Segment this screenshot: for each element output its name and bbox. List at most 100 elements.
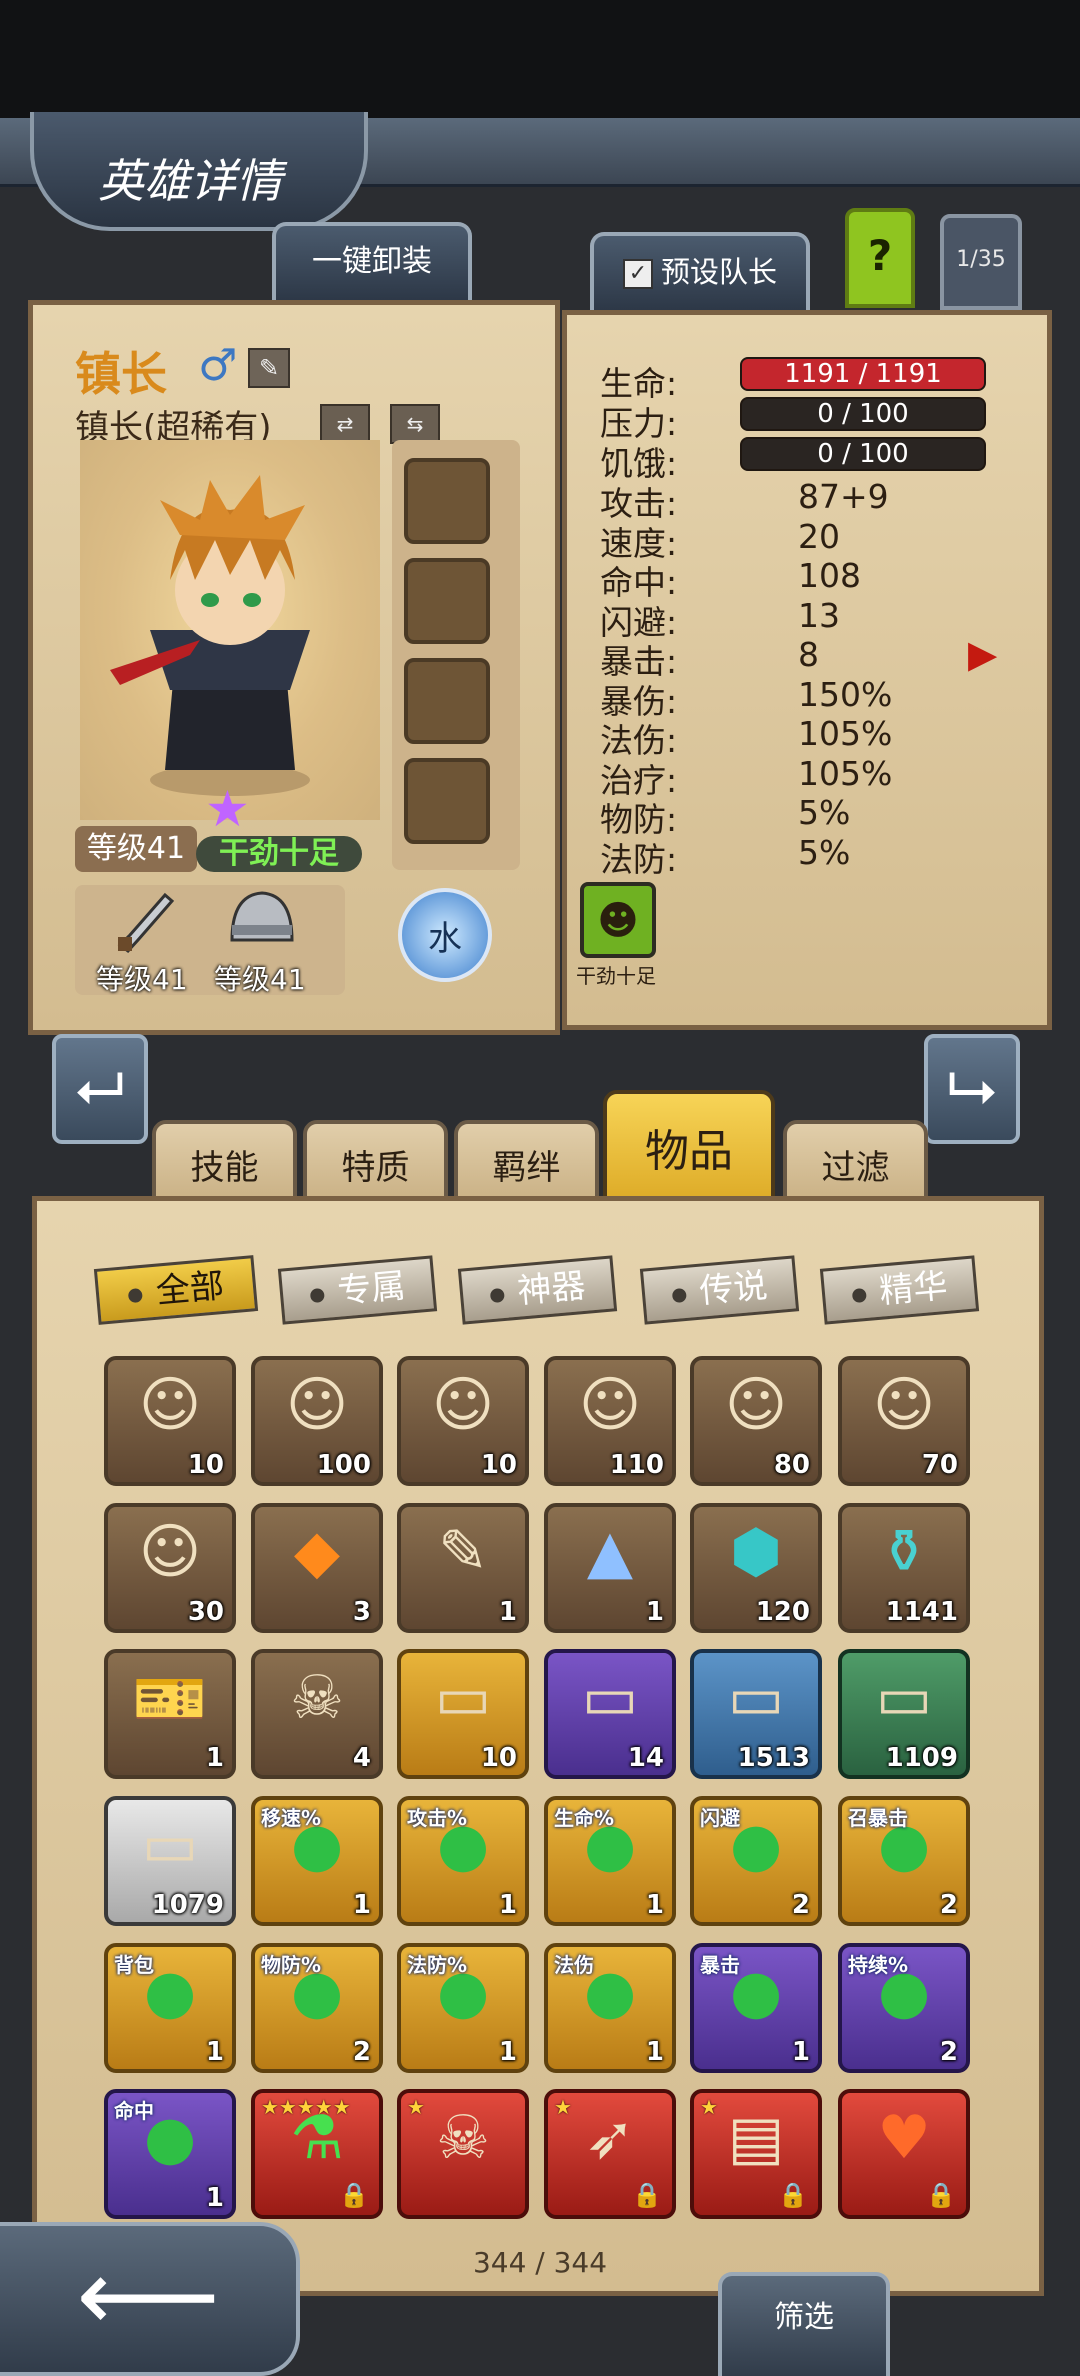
inventory-item[interactable]: ● 生命% 1 xyxy=(544,1796,676,1926)
potion-icon: ⚱ xyxy=(878,1517,930,1587)
inventory-item[interactable]: ● 暴击 1 xyxy=(690,1943,822,2073)
checkbox-icon[interactable]: ✓ xyxy=(622,259,653,289)
back-button[interactable]: ⟵ xyxy=(0,2222,300,2376)
inventory-item[interactable]: ☺ 70 xyxy=(838,1356,970,1486)
inventory-item[interactable]: ● 召暴击 2 xyxy=(838,1796,970,1926)
hero-portrait-icon: ☺ xyxy=(872,1370,936,1440)
inventory-item[interactable]: ● 法防% 1 xyxy=(397,1943,529,2073)
unequip-all-button[interactable]: 一键卸装 xyxy=(272,222,472,302)
hero-portrait-icon: ☺ xyxy=(431,1370,495,1440)
prev-hero-button[interactable]: ⮠ xyxy=(52,1034,148,1144)
inventory-item[interactable]: ➶ ★ 🔒 xyxy=(544,2089,676,2219)
swap-icon[interactable]: ⇄ xyxy=(320,404,370,444)
inventory-item[interactable]: ▭ 10 xyxy=(397,1649,529,1779)
accessory-slot[interactable] xyxy=(404,758,490,844)
inventory-item[interactable]: ☺ 110 xyxy=(544,1356,676,1486)
item-count: 10 xyxy=(480,1743,517,1773)
inventory-item[interactable]: ♥ 🔒 xyxy=(838,2089,970,2219)
inventory-item[interactable]: ● 背包 1 xyxy=(104,1943,236,2073)
tab-filter[interactable]: 过滤 xyxy=(783,1120,928,1208)
item-stars: ★ xyxy=(554,2095,572,2119)
shuffle-icon[interactable]: ⇆ xyxy=(390,404,440,444)
preset-leader-button[interactable]: ✓ 预设队长 xyxy=(590,232,810,312)
preset-leader-label: 预设队长 xyxy=(660,255,777,289)
hero-page-counter: 1/35 xyxy=(940,214,1022,310)
inventory-item[interactable]: ⚱ 1141 xyxy=(838,1503,970,1633)
inventory-item[interactable]: ⚗ ★★★★★ 🔒 xyxy=(251,2089,383,2219)
lock-icon: 🔒 xyxy=(926,2181,956,2209)
inventory-item[interactable]: ☺ 10 xyxy=(104,1356,236,1486)
inventory-item[interactable]: ● 持续% 2 xyxy=(838,1943,970,2073)
chest-icon: ▭ xyxy=(581,1663,639,1733)
item-count: 2 xyxy=(939,1890,958,1920)
item-tag: 物防% xyxy=(261,1953,322,1977)
chest-icon: ▭ xyxy=(727,1663,785,1733)
filter-label: 精华 xyxy=(877,1265,950,1312)
stat-value: 20 xyxy=(798,517,840,556)
hero-portrait-icon: ☺ xyxy=(724,1370,788,1440)
item-tag: 生命% xyxy=(554,1806,615,1830)
screen-button[interactable]: 筛选 xyxy=(718,2272,890,2376)
item-count: 1 xyxy=(791,2037,810,2067)
inventory-item[interactable]: ⬢ 120 xyxy=(690,1503,822,1633)
inventory-item[interactable]: ● 法伤 1 xyxy=(544,1943,676,2073)
inventory-item[interactable]: ▤ ★ 🔒 xyxy=(690,2089,822,2219)
inventory-item[interactable]: ▭ 1109 xyxy=(838,1649,970,1779)
stat-row: 治疗: 105% xyxy=(600,754,1000,800)
inventory-item[interactable]: ☠ 4 xyxy=(251,1649,383,1779)
accessory-slot[interactable] xyxy=(404,558,490,644)
stat-row: 攻击: 87+9 xyxy=(600,477,1000,523)
tab-items[interactable]: 物品 xyxy=(603,1090,775,1210)
hero-name: 镇长 xyxy=(75,347,167,401)
element-badge[interactable]: 水 xyxy=(398,888,492,982)
inventory-item[interactable]: ☺ 10 xyxy=(397,1356,529,1486)
inventory-item[interactable]: ● 移速% 1 xyxy=(251,1796,383,1926)
inventory-item[interactable]: ▭ 1513 xyxy=(690,1649,822,1779)
item-count: 14 xyxy=(627,1743,664,1773)
stat-row-stress: 压力: 0 / 100 xyxy=(600,397,1000,443)
stats-expand-arrow-icon[interactable]: ▶ xyxy=(968,632,997,676)
item-tag: 召暴击 xyxy=(848,1806,908,1830)
inventory-item[interactable]: ☺ 30 xyxy=(104,1503,236,1633)
tab-traits[interactable]: 特质 xyxy=(303,1120,448,1208)
inventory-item[interactable]: ● 闪避 2 xyxy=(690,1796,822,1926)
stat-value: 105% xyxy=(798,714,893,753)
hero-trait-label: 干劲十足 xyxy=(196,836,362,872)
stat-row-hunger: 饥饿: 0 / 100 xyxy=(600,437,1000,483)
inventory-item[interactable]: ● 物防% 2 xyxy=(251,1943,383,2073)
weapon-slot[interactable] xyxy=(100,885,180,959)
item-tag: 暴击 xyxy=(700,1953,740,1977)
hero-portrait-icon: ☺ xyxy=(138,1517,202,1587)
inventory-item[interactable]: ● 命中 1 xyxy=(104,2089,236,2219)
item-count: 110 xyxy=(609,1450,664,1480)
inventory-item[interactable]: ◆ 3 xyxy=(251,1503,383,1633)
edit-name-icon[interactable]: ✎ xyxy=(248,348,290,388)
armor-level: 等级41 xyxy=(214,963,306,996)
tab-skills[interactable]: 技能 xyxy=(152,1120,297,1208)
help-button[interactable]: ? xyxy=(845,208,915,308)
page-title: 英雄详情 xyxy=(98,154,282,208)
stat-value: 5% xyxy=(798,793,851,832)
trait-icon[interactable]: ☻ xyxy=(580,882,656,958)
inventory-item[interactable]: ▭ 14 xyxy=(544,1649,676,1779)
accessory-slot[interactable] xyxy=(404,458,490,544)
inventory-item[interactable]: ✎ 1 xyxy=(397,1503,529,1633)
armor-slot[interactable] xyxy=(222,885,302,959)
stat-value: 8 xyxy=(798,635,819,674)
inventory-item[interactable]: 🎫 1 xyxy=(104,1649,236,1779)
back-arrow-icon: ⮠ xyxy=(75,1051,125,1124)
next-hero-button[interactable]: ⮡ xyxy=(924,1034,1020,1144)
stat-value: 5% xyxy=(798,833,851,872)
inventory-item[interactable]: ▭ 1079 xyxy=(104,1796,236,1926)
inventory-item[interactable]: ▲ 1 xyxy=(544,1503,676,1633)
stat-row-hp: 生命: 1191 / 1191 xyxy=(600,357,1000,403)
accessory-slot[interactable] xyxy=(404,658,490,744)
stat-value: 13 xyxy=(798,596,840,635)
inventory-item[interactable]: ☺ 100 xyxy=(251,1356,383,1486)
rarity-star-icon: ★ xyxy=(205,780,250,838)
inventory-item[interactable]: ☺ 80 xyxy=(690,1356,822,1486)
inventory-item[interactable]: ● 攻击% 1 xyxy=(397,1796,529,1926)
inventory-item[interactable]: ☠ ★ xyxy=(397,2089,529,2219)
stat-value: 105% xyxy=(798,754,893,793)
tab-bonds[interactable]: 羁绊 xyxy=(454,1120,599,1208)
